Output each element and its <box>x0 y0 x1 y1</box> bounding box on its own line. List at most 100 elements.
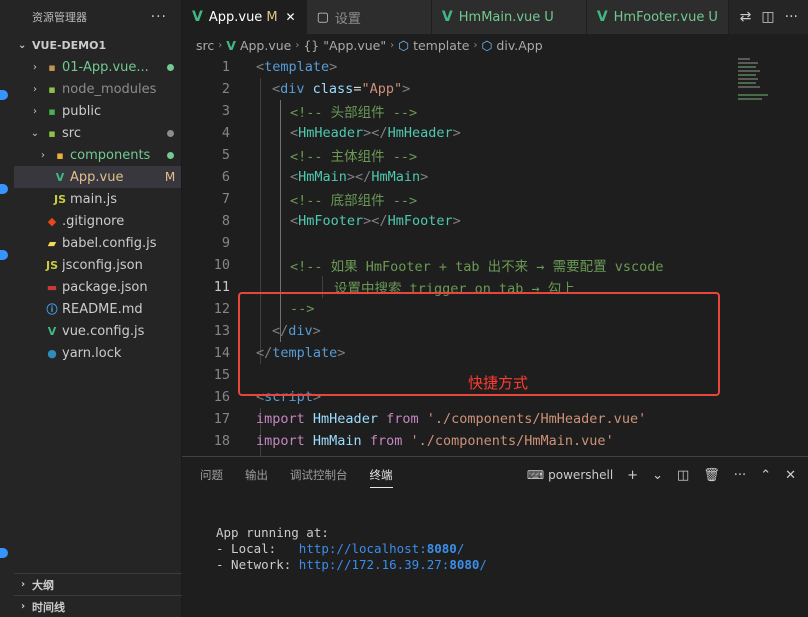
terminal-output[interactable]: App running at: - Local: http://localhos… <box>216 525 487 573</box>
tree-item[interactable]: JS jsconfig.json <box>14 254 181 276</box>
breadcrumb-item[interactable]: App.vue <box>240 38 291 53</box>
tab-label: HmFooter.vue <box>613 9 705 25</box>
vue-icon: V <box>226 37 236 53</box>
tree-item-label: package.json <box>62 279 148 295</box>
split-editor-icon[interactable]: ◫ <box>761 9 774 25</box>
more-actions-icon[interactable]: ··· <box>151 9 167 25</box>
git-status-badge <box>159 60 181 74</box>
project-root[interactable]: ⌄ VUE-DEMO1 <box>14 34 181 56</box>
code-line: <HmFooter></HmFooter> <box>290 213 461 229</box>
vertical-scrollbar[interactable] <box>794 56 808 456</box>
tab-problems[interactable]: 问题 <box>200 467 223 483</box>
split-terminal-icon[interactable]: ◫ <box>677 468 689 483</box>
bottom-panel: 问题 输出 调试控制台 终端 ⌨ powershell + ⌄ ◫ 🗑 ··· … <box>182 456 808 617</box>
terminal-icon: ⌨ <box>526 468 545 482</box>
chevron-icon: ⌄ <box>30 127 40 139</box>
network-url[interactable]: http://172.16.39.27:8080/ <box>299 557 487 572</box>
js-icon: JS <box>45 258 58 272</box>
activity-indicator <box>0 90 8 100</box>
chevron-down-icon[interactable]: ⌄ <box>652 468 663 483</box>
tree-item-label: node_modules <box>62 81 157 97</box>
close-icon[interactable]: ✕ <box>785 468 796 483</box>
tree-item[interactable]: › ▪ node_modules <box>14 78 181 100</box>
tree-item[interactable]: ● yarn.lock <box>14 342 181 364</box>
add-terminal-icon[interactable]: + <box>627 468 638 483</box>
git-status-badge: M <box>164 170 176 184</box>
editor-actions: ⇄ ◫ ··· <box>729 0 808 34</box>
chevron-up-icon[interactable]: ⌃ <box>760 468 771 483</box>
tree-item[interactable]: ▬ package.json <box>14 276 181 298</box>
tree-item[interactable]: ⓘ README.md <box>14 298 181 320</box>
tree-item[interactable]: › ▪ 01-App.vue... <box>14 56 181 78</box>
tree-item-label: jsconfig.json <box>62 257 143 273</box>
breadcrumb-item[interactable]: template <box>413 38 469 53</box>
timeline-section[interactable]: › 时间线 <box>14 595 182 617</box>
tree-item-label: .gitignore <box>62 213 125 229</box>
chevron-down-icon: ⌄ <box>18 39 27 51</box>
tab-settings[interactable]: ▢ 设置 <box>306 0 432 34</box>
vue-icon: V <box>55 170 65 184</box>
terminal-label: - Local: <box>216 541 299 556</box>
activity-indicator <box>0 250 8 260</box>
code-line: <!-- 头部组件 --> <box>290 105 418 121</box>
code-editor[interactable]: 1 2 3 4 5 6 7 8 9 10 11 12 13 14 15 16 17 18 <template> <… <box>182 56 734 456</box>
code-line: <HmMain></HmMain> <box>290 169 429 185</box>
git-icon: ◆ <box>47 214 57 228</box>
compare-changes-icon[interactable]: ⇄ <box>740 9 752 25</box>
folder-icon: ▪ <box>48 60 56 74</box>
tree-item-label: components <box>70 147 151 163</box>
tree-item[interactable]: V App.vue M <box>14 166 181 188</box>
tree-item[interactable]: ▰ babel.config.js <box>14 232 181 254</box>
settings-file-icon: ▢ <box>316 9 329 25</box>
activity-indicator <box>0 184 8 194</box>
tree-item[interactable]: Vvue.config.js <box>14 320 181 342</box>
tree-item[interactable]: JS main.js <box>14 188 181 210</box>
tree-item[interactable]: › ▪ public <box>14 100 181 122</box>
code-line: <!-- 主体组件 --> <box>290 149 418 165</box>
breadcrumb-item[interactable]: {} "App.vue" <box>303 38 386 53</box>
breadcrumb-item[interactable]: src <box>196 38 214 53</box>
tab-hmmain-vue[interactable]: V HmMain.vue U <box>431 0 587 34</box>
explorer-sidebar: 资源管理器 ··· ⌄ VUE-DEMO1 › ▪ 01-App.vue... › ▪ n… <box>14 0 182 617</box>
close-icon[interactable]: ✕ <box>286 10 296 24</box>
terminal-selector[interactable]: ⌨ powershell <box>527 468 613 482</box>
vue-icon: V <box>47 324 57 338</box>
symbol-icon: ⬡ <box>398 37 410 53</box>
outline-section[interactable]: › 大纲 <box>14 573 182 595</box>
tab-hmfooter-vue[interactable]: V HmFooter.vue U <box>586 0 729 34</box>
tab-label: 设置 <box>334 11 361 27</box>
chevron-icon: › <box>33 83 37 95</box>
chevron-right-icon: › <box>218 39 223 51</box>
tree-item-label: main.js <box>70 191 117 207</box>
tree-item-label: README.md <box>62 301 143 317</box>
breadcrumb-item[interactable]: div.App <box>496 38 542 53</box>
shell-name: powershell <box>548 468 614 482</box>
tree-item[interactable]: ◆ .gitignore <box>14 210 181 232</box>
tab-output[interactable]: 输出 <box>245 467 268 483</box>
tab-label: App.vue <box>208 9 263 25</box>
yarn-icon: ● <box>47 346 57 360</box>
minimap[interactable] <box>734 56 794 456</box>
tree-item[interactable]: ⌄ ▪ src <box>14 122 181 144</box>
project-name: VUE-DEMO1 <box>32 38 107 52</box>
explorer-header: 资源管理器 ··· <box>14 0 181 34</box>
chevron-icon: › <box>41 149 45 161</box>
git-status-badge <box>159 148 181 162</box>
terminal-line: App running at: <box>216 525 329 540</box>
explorer-title: 资源管理器 <box>32 11 87 24</box>
more-actions-icon[interactable]: ··· <box>734 468 746 483</box>
local-url[interactable]: http://localhost:8080/ <box>299 541 465 556</box>
terminal-label: - Network: <box>216 557 299 572</box>
trash-icon[interactable]: 🗑 <box>703 468 720 483</box>
info-icon: ⓘ <box>46 303 58 316</box>
tree-item[interactable]: › ▪ components <box>14 144 181 166</box>
tree-item-label: babel.config.js <box>62 235 157 251</box>
more-actions-icon[interactable]: ··· <box>785 9 798 25</box>
folder-icon: ▪ <box>48 104 56 118</box>
tab-debug-console[interactable]: 调试控制台 <box>290 467 348 483</box>
outline-label: 大纲 <box>32 578 54 592</box>
tab-terminal[interactable]: 终端 <box>369 467 393 488</box>
line-number: 9 <box>221 235 230 251</box>
tree-item-label: public <box>62 103 102 119</box>
tab-app-vue[interactable]: V App.vue M ✕ <box>182 0 307 34</box>
